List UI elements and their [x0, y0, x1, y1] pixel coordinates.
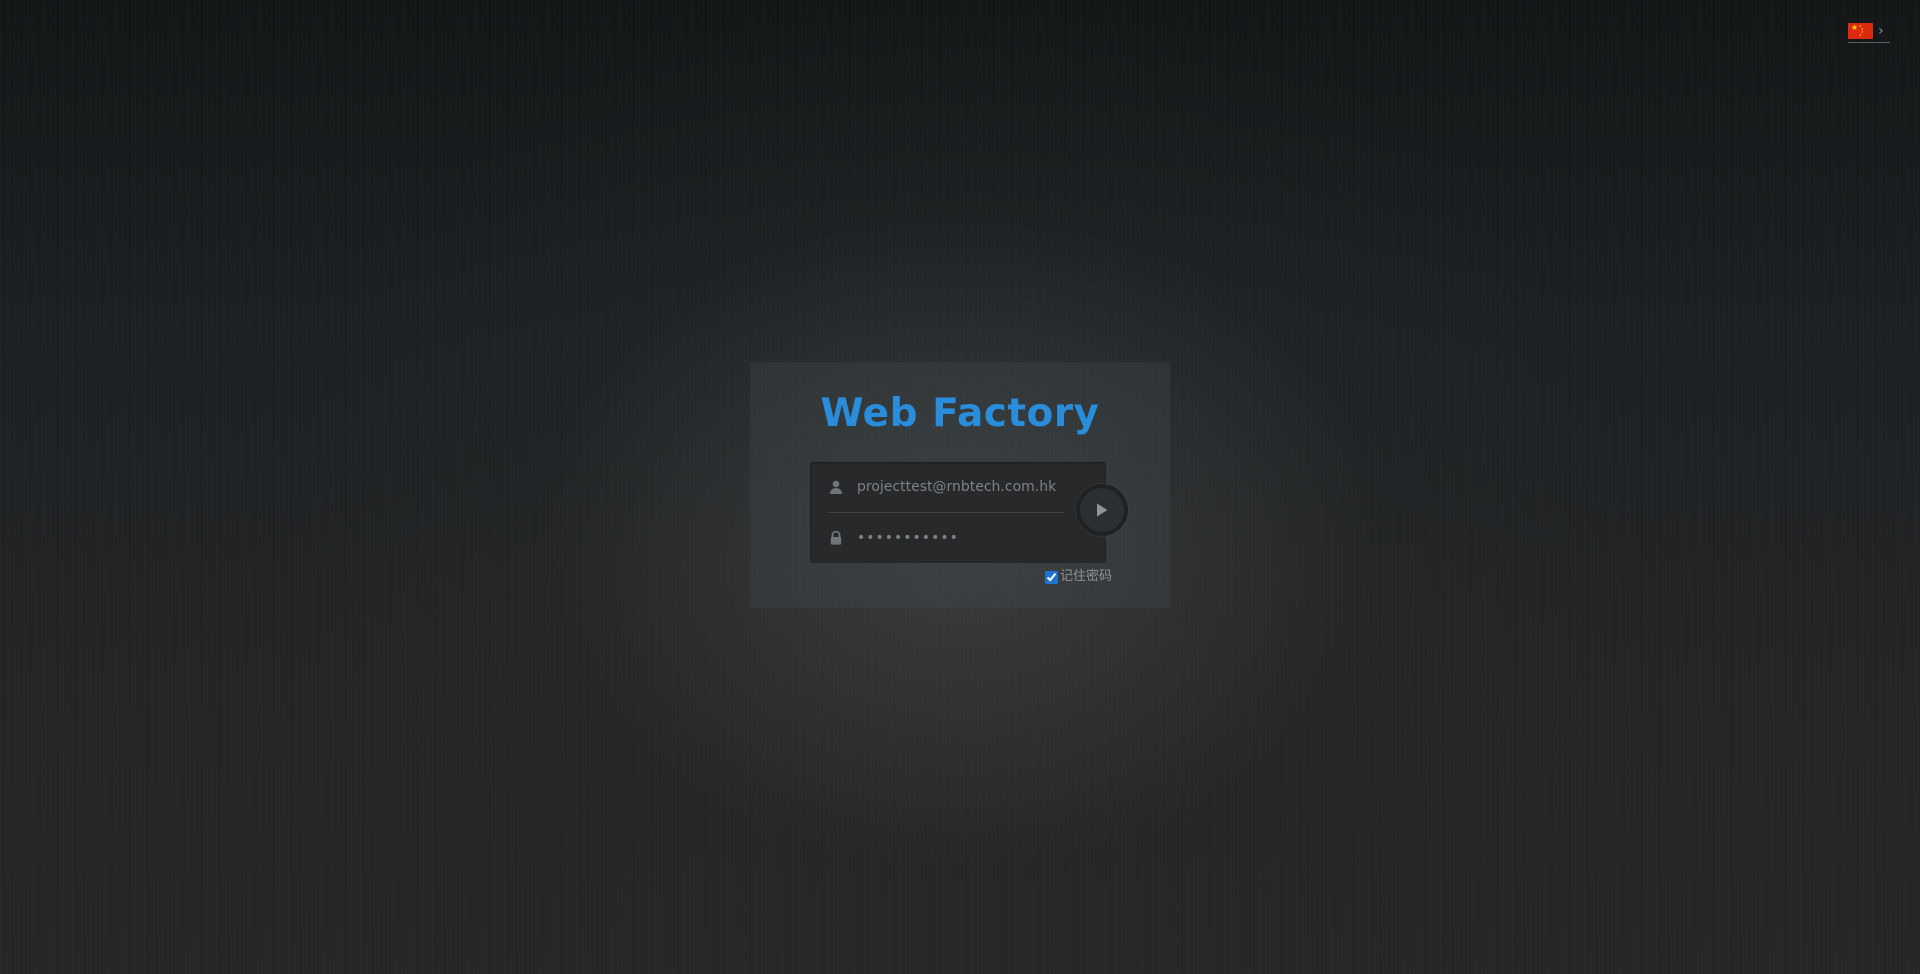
remember-password-label[interactable]: 记住密码 — [1060, 569, 1112, 585]
password-input[interactable] — [857, 530, 1062, 546]
china-flag-icon: ★ ★ ★ ★ ★ — [1848, 23, 1873, 39]
chevron-right-icon[interactable]: › — [1878, 23, 1884, 39]
password-row — [828, 513, 1064, 563]
app-title: Web Factory — [820, 391, 1100, 436]
language-switcher[interactable]: ★ ★ ★ ★ ★ › — [1848, 20, 1890, 43]
play-arrow-icon — [1097, 503, 1108, 517]
flag-small-star-icon: ★ — [1859, 33, 1862, 37]
user-icon — [829, 480, 843, 494]
login-submit-button[interactable] — [1076, 484, 1128, 536]
remember-password: 记住密码 — [1045, 569, 1112, 585]
login-form — [810, 462, 1106, 563]
username-input[interactable] — [857, 479, 1062, 495]
flag-star-icon: ★ — [1851, 23, 1859, 32]
remember-password-checkbox[interactable] — [1045, 570, 1058, 584]
login-panel: Web Factory 记住密码 — [750, 362, 1170, 608]
lock-icon — [830, 530, 842, 545]
username-row — [828, 462, 1064, 513]
